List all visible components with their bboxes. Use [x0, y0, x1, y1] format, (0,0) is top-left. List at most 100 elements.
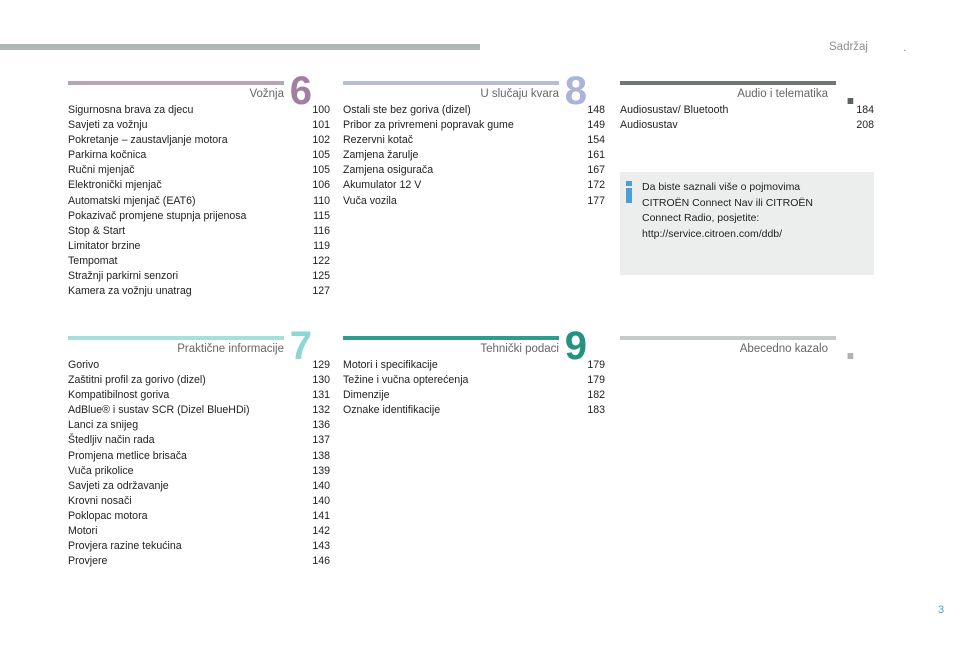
- section-abecedno-kazalo: Abecedno kazalo.: [620, 324, 874, 368]
- toc-entry[interactable]: Pribor za privremeni popravak gume 149: [343, 118, 605, 133]
- toc-entry-page: 138: [312, 449, 330, 462]
- toc-entry-label: Pokazivač promjene stupnja prijenosa: [68, 209, 247, 222]
- toc-entry[interactable]: Vuča prikolice 139: [68, 464, 330, 479]
- toc-entry[interactable]: Kompatibilnost goriva 131: [68, 388, 330, 403]
- toc-entry-page: 106: [312, 179, 330, 192]
- toc-entry[interactable]: Provjere 146: [68, 554, 330, 569]
- section-title: U slučaju kvara: [480, 88, 559, 100]
- toc-entry[interactable]: Zamjena žarulje 161: [343, 148, 605, 163]
- toc-entry[interactable]: AdBlue® i sustav SCR (Dizel BlueHDi) 132: [68, 403, 330, 418]
- toc-entry-label: Zamjena osigurača: [343, 164, 434, 177]
- toc-entry[interactable]: Tempomat 122: [68, 254, 330, 269]
- toc-entry-label: Limitator brzine: [68, 239, 141, 252]
- toc-entry-label: Vuča vozila: [343, 194, 397, 207]
- toc-entry-page: 130: [312, 374, 330, 387]
- info-box: Da biste saznali više o pojmovima CITROË…: [620, 172, 874, 275]
- toc-entry-page: 125: [312, 270, 330, 283]
- section-header: Vožnja 6: [68, 69, 330, 113]
- toc-entry[interactable]: Savjeti za vožnju 101: [68, 118, 330, 133]
- toc-list: Ostali ste bez goriva (dizel) 148 Pribor z…: [343, 103, 605, 209]
- toc-entry-label: Težine i vučna opterećenja: [343, 374, 469, 387]
- toc-entry[interactable]: Automatski mjenjač (EAT6) 110: [68, 194, 330, 209]
- section-u-slucaju-kvara: U slučaju kvara 8 Ostali ste bez goriva (d…: [343, 69, 605, 209]
- toc-entry-page: 101: [312, 119, 330, 132]
- section-number: 8: [564, 69, 587, 113]
- toc-entry[interactable]: Lanci za snijeg 136: [68, 418, 330, 433]
- section-header: Praktične informacije 7: [68, 324, 330, 368]
- info-link[interactable]: http://service.citroen.com/ddb/: [642, 227, 867, 243]
- toc-entry-page: 146: [312, 555, 330, 568]
- toc-entry-page: 102: [312, 134, 330, 147]
- toc-entry[interactable]: Ručni mjenjač 105: [68, 163, 330, 178]
- toc-entry[interactable]: Motori 142: [68, 524, 330, 539]
- toc-entry-label: Audiosustav: [620, 119, 678, 132]
- toc-entry[interactable]: Elektronički mjenjač 106: [68, 178, 330, 193]
- toc-entry-label: Savjeti za održavanje: [68, 479, 169, 492]
- toc-entry[interactable]: Limitator brzine 119: [68, 239, 330, 254]
- section-title: Tehnički podaci: [480, 343, 559, 355]
- section-color-bar: [343, 81, 559, 85]
- toc-entry[interactable]: Zaštitni profil za gorivo (dizel) 130: [68, 373, 330, 388]
- toc-entry-page: 182: [587, 389, 605, 402]
- toc-entry-label: Stražnji parkirni senzori: [68, 270, 179, 283]
- info-text: Da biste saznali više o pojmovima CITROË…: [642, 180, 867, 242]
- toc-entry-page: 167: [587, 164, 605, 177]
- page-number: 3: [938, 604, 945, 616]
- toc-entry-label: Krovni nosači: [68, 494, 132, 507]
- toc-entry[interactable]: Stop & Start 116: [68, 224, 330, 239]
- toc-list: Gorivo 129 Zaštitni profil za gorivo (dize…: [68, 358, 330, 569]
- toc-entry-label: Kamera za vožnju unatrag: [68, 285, 192, 298]
- toc-entry-page: 132: [312, 404, 330, 417]
- section-vožnja: Vožnja 6 Sigurnosna brava za djecu 100 Savje…: [68, 69, 330, 299]
- toc-entry-page: 105: [312, 149, 330, 162]
- toc-entry-page: 179: [587, 374, 605, 387]
- section-number: 9: [564, 324, 587, 368]
- toc-entry-label: Zamjena žarulje: [343, 149, 419, 162]
- toc-entry-label: Motori: [68, 525, 98, 538]
- section-tehnicki-podaci: Tehnički podaci 9 Motori i specifikacije 17…: [343, 324, 605, 418]
- toc-entry[interactable]: Dimenzije 182: [343, 388, 605, 403]
- section-number: .: [844, 324, 856, 368]
- top-progress-bar: [0, 44, 480, 50]
- toc-entry-label: Akumulator 12 V: [343, 179, 422, 192]
- toc-entry-label: Kompatibilnost goriva: [68, 389, 170, 402]
- toc-entry-page: 127: [312, 285, 330, 298]
- toc-entry[interactable]: Zamjena osigurača 167: [343, 163, 605, 178]
- toc-entry[interactable]: Parkirna kočnica 105: [68, 148, 330, 163]
- toc-entry-label: Pokretanje – zaustavljanje motora: [68, 134, 228, 147]
- toc-entry[interactable]: Promjena metlice brisača 138: [68, 449, 330, 464]
- toc-entry-label: Stop & Start: [68, 224, 126, 237]
- toc-entry[interactable]: Težine i vučna opterećenja 179: [343, 373, 605, 388]
- toc-entry-label: Elektronički mjenjač: [68, 179, 162, 192]
- toc-entry[interactable]: Poklopac motora 141: [68, 509, 330, 524]
- toc-entry[interactable]: Akumulator 12 V 172: [343, 178, 605, 193]
- toc-entry[interactable]: Pokretanje – zaustavljanje motora 102: [68, 133, 330, 148]
- toc-entry-label: Rezervni kotač: [343, 134, 414, 147]
- toc-entry[interactable]: Stražnji parkirni senzori 125: [68, 269, 330, 284]
- toc-entry[interactable]: Provjera razine tekućina 143: [68, 539, 330, 554]
- toc-entry[interactable]: Oznake identifikacije 183: [343, 403, 605, 418]
- toc-entry-page: 141: [312, 509, 330, 522]
- section-color-bar: [620, 81, 836, 85]
- toc-entry-page: 161: [587, 149, 605, 162]
- toc-entry[interactable]: Rezervni kotač 154: [343, 133, 605, 148]
- toc-entry[interactable]: Kamera za vožnju unatrag 127: [68, 284, 330, 299]
- toc-entry[interactable]: Štedljiv način rada 137: [68, 433, 330, 448]
- section-title: Praktične informacije: [177, 343, 284, 355]
- toc-entry-label: Provjere: [68, 555, 108, 568]
- toc-entry-page: 115: [313, 209, 330, 222]
- section-audio-i-telematika: Audio i telematika. Audiosustav/ Bluetoot…: [620, 69, 874, 133]
- section-header: Abecedno kazalo.: [620, 324, 874, 368]
- toc-entry-label: Lanci za snijeg: [68, 419, 139, 432]
- toc-entry-label: Promjena metlice brisača: [68, 449, 187, 462]
- toc-entry-page: 140: [312, 479, 330, 492]
- toc-entry[interactable]: Audiosustav 208: [620, 118, 874, 133]
- toc-entry[interactable]: Savjeti za održavanje 140: [68, 479, 330, 494]
- toc-entry-label: Zaštitni profil za gorivo (dizel): [68, 374, 206, 387]
- toc-entry-label: Parkirna kočnica: [68, 149, 147, 162]
- section-number: 7: [289, 324, 312, 368]
- toc-entry[interactable]: Vuča vozila 177: [343, 194, 605, 209]
- section-title: Audio i telematika: [737, 88, 828, 100]
- toc-entry[interactable]: Pokazivač promjene stupnja prijenosa 115: [68, 209, 330, 224]
- toc-entry[interactable]: Krovni nosači 140: [68, 494, 330, 509]
